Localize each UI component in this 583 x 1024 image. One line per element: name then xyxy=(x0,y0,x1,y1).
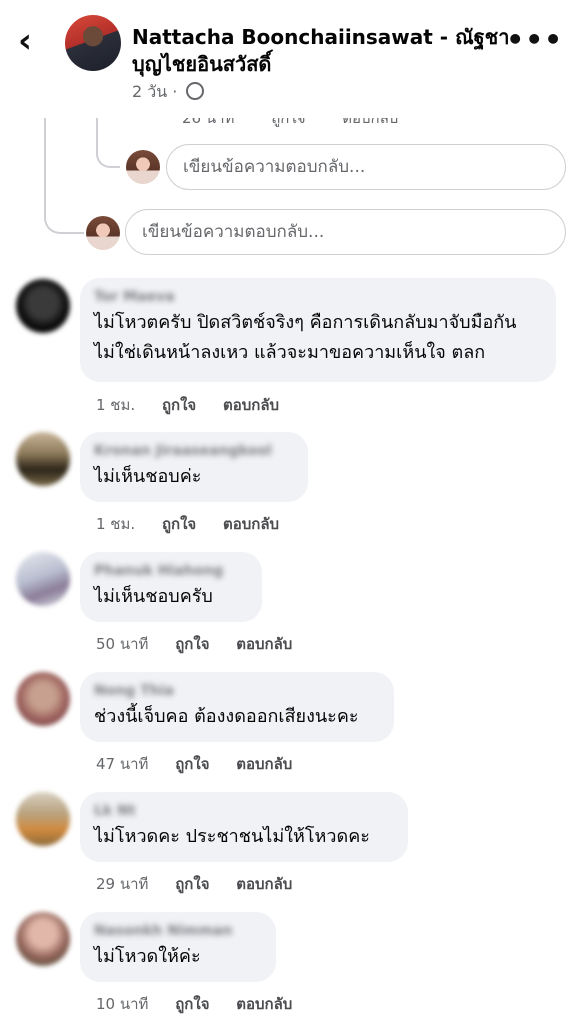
reply-input[interactable]: เขียนข้อความตอบกลับ... xyxy=(125,209,566,255)
comment-time: 29 นาที xyxy=(96,875,149,893)
comment-bubble: Tor Maeva ไม่โหวตครับ ปิดสวิตช์จริงๆ คือ… xyxy=(80,278,556,382)
commenter-avatar[interactable] xyxy=(16,672,70,726)
author-name[interactable]: Nattacha Boonchaiinsawat - ณัฐชา บุญไชยอ… xyxy=(132,24,522,78)
reply-input[interactable]: เขียนข้อความตอบกลับ... xyxy=(166,144,566,190)
reply-link[interactable]: ตอบกลับ xyxy=(236,752,292,776)
reply-link[interactable]: ตอบกลับ xyxy=(236,872,292,896)
reply-link[interactable]: ตอบกลับ xyxy=(236,992,292,1016)
reply-link[interactable]: ตอบกลับ xyxy=(223,512,279,536)
comment-bubble: Kronan Jiraaseangkool ไม่เห็นชอบค่ะ xyxy=(80,432,308,502)
comment-author[interactable]: Nasonkh Nimman xyxy=(94,920,262,942)
post-time[interactable]: 2 วัน xyxy=(132,82,167,101)
thread-line xyxy=(96,118,120,168)
more-options-icon[interactable]: ••• xyxy=(506,26,563,54)
like-link[interactable]: ถูกใจ xyxy=(162,393,196,417)
back-arrow-icon[interactable]: ‹ xyxy=(18,24,32,58)
my-avatar xyxy=(126,150,160,184)
comment-time: 1 ชม. xyxy=(96,515,136,533)
my-avatar xyxy=(86,216,120,250)
comment-bubble: Lk Nt ไม่โหวดคะ ประชาชนไม่ให้โหวดคะ xyxy=(80,792,408,862)
commenter-avatar[interactable] xyxy=(16,552,70,606)
comment-actions: 10 นาที ถูกใจ ตอบกลับ xyxy=(96,992,314,1016)
comment-time: 10 นาที xyxy=(96,995,149,1013)
comment-bubble: Nong Thia ช่วงนี้เจ็บคอ ต้องงดออกเสียงนะ… xyxy=(80,672,394,742)
post-meta: 2 วัน · xyxy=(132,80,205,105)
like-link[interactable]: ถูกใจ xyxy=(175,632,209,656)
comment-bubble: Nasonkh Nimman ไม่โหวดให้ค่ะ xyxy=(80,912,276,982)
comment-author[interactable]: Tor Maeva xyxy=(94,286,542,308)
reply-link[interactable]: ตอบกลับ xyxy=(236,632,292,656)
comment-author[interactable]: Lk Nt xyxy=(94,800,394,822)
thread-line xyxy=(44,118,84,234)
meta-separator: · xyxy=(172,82,178,101)
comment-author[interactable]: Phanuk Hiahong xyxy=(94,560,248,582)
comment-time: 1 ชม. xyxy=(96,396,136,414)
like-link[interactable]: ถูกใจ xyxy=(175,992,209,1016)
comment-actions: 47 นาที ถูกใจ ตอบกลับ xyxy=(96,752,314,776)
comment-actions: 1 ชม. ถูกใจ ตอบกลับ xyxy=(96,512,301,536)
comment-author[interactable]: Kronan Jiraaseangkool xyxy=(94,440,294,462)
comment-text: ช่วงนี้เจ็บคอ ต้องงดออกเสียงนะคะ xyxy=(94,706,359,727)
post-header: ‹ Nattacha Boonchaiinsawat - ณัฐชา บุญไช… xyxy=(0,0,583,118)
comment-text: ไม่โหวดให้ค่ะ xyxy=(94,946,201,967)
comment-text: ไม่โหวตครับ ปิดสวิตช์จริงๆ คือการเดินกลั… xyxy=(94,312,517,363)
comment-text: ไม่เห็นชอบค่ะ xyxy=(94,466,202,487)
commenter-avatar[interactable] xyxy=(16,279,70,333)
globe-icon xyxy=(186,82,205,100)
like-link[interactable]: ถูกใจ xyxy=(175,752,209,776)
comment-time: 47 นาที xyxy=(96,755,149,773)
commenter-avatar[interactable] xyxy=(16,912,70,966)
comment-text: ไม่เห็นชอบครับ xyxy=(94,586,213,607)
comment-text: ไม่โหวดคะ ประชาชนไม่ให้โหวดคะ xyxy=(94,826,370,847)
commenter-avatar[interactable] xyxy=(16,792,70,846)
comment-time: 50 นาที xyxy=(96,635,149,653)
author-avatar[interactable] xyxy=(65,15,121,71)
comment-actions: 29 นาที ถูกใจ ตอบกลับ xyxy=(96,872,314,896)
comment-author[interactable]: Nong Thia xyxy=(94,680,380,702)
comment-actions: 50 นาที ถูกใจ ตอบกลับ xyxy=(96,632,314,656)
like-link[interactable]: ถูกใจ xyxy=(175,872,209,896)
commenter-avatar[interactable] xyxy=(16,432,70,486)
reply-link[interactable]: ตอบกลับ xyxy=(223,393,279,417)
comment-actions: 1 ชม. ถูกใจ ตอบกลับ xyxy=(96,393,301,417)
like-link[interactable]: ถูกใจ xyxy=(162,512,196,536)
comment-bubble: Phanuk Hiahong ไม่เห็นชอบครับ xyxy=(80,552,262,622)
